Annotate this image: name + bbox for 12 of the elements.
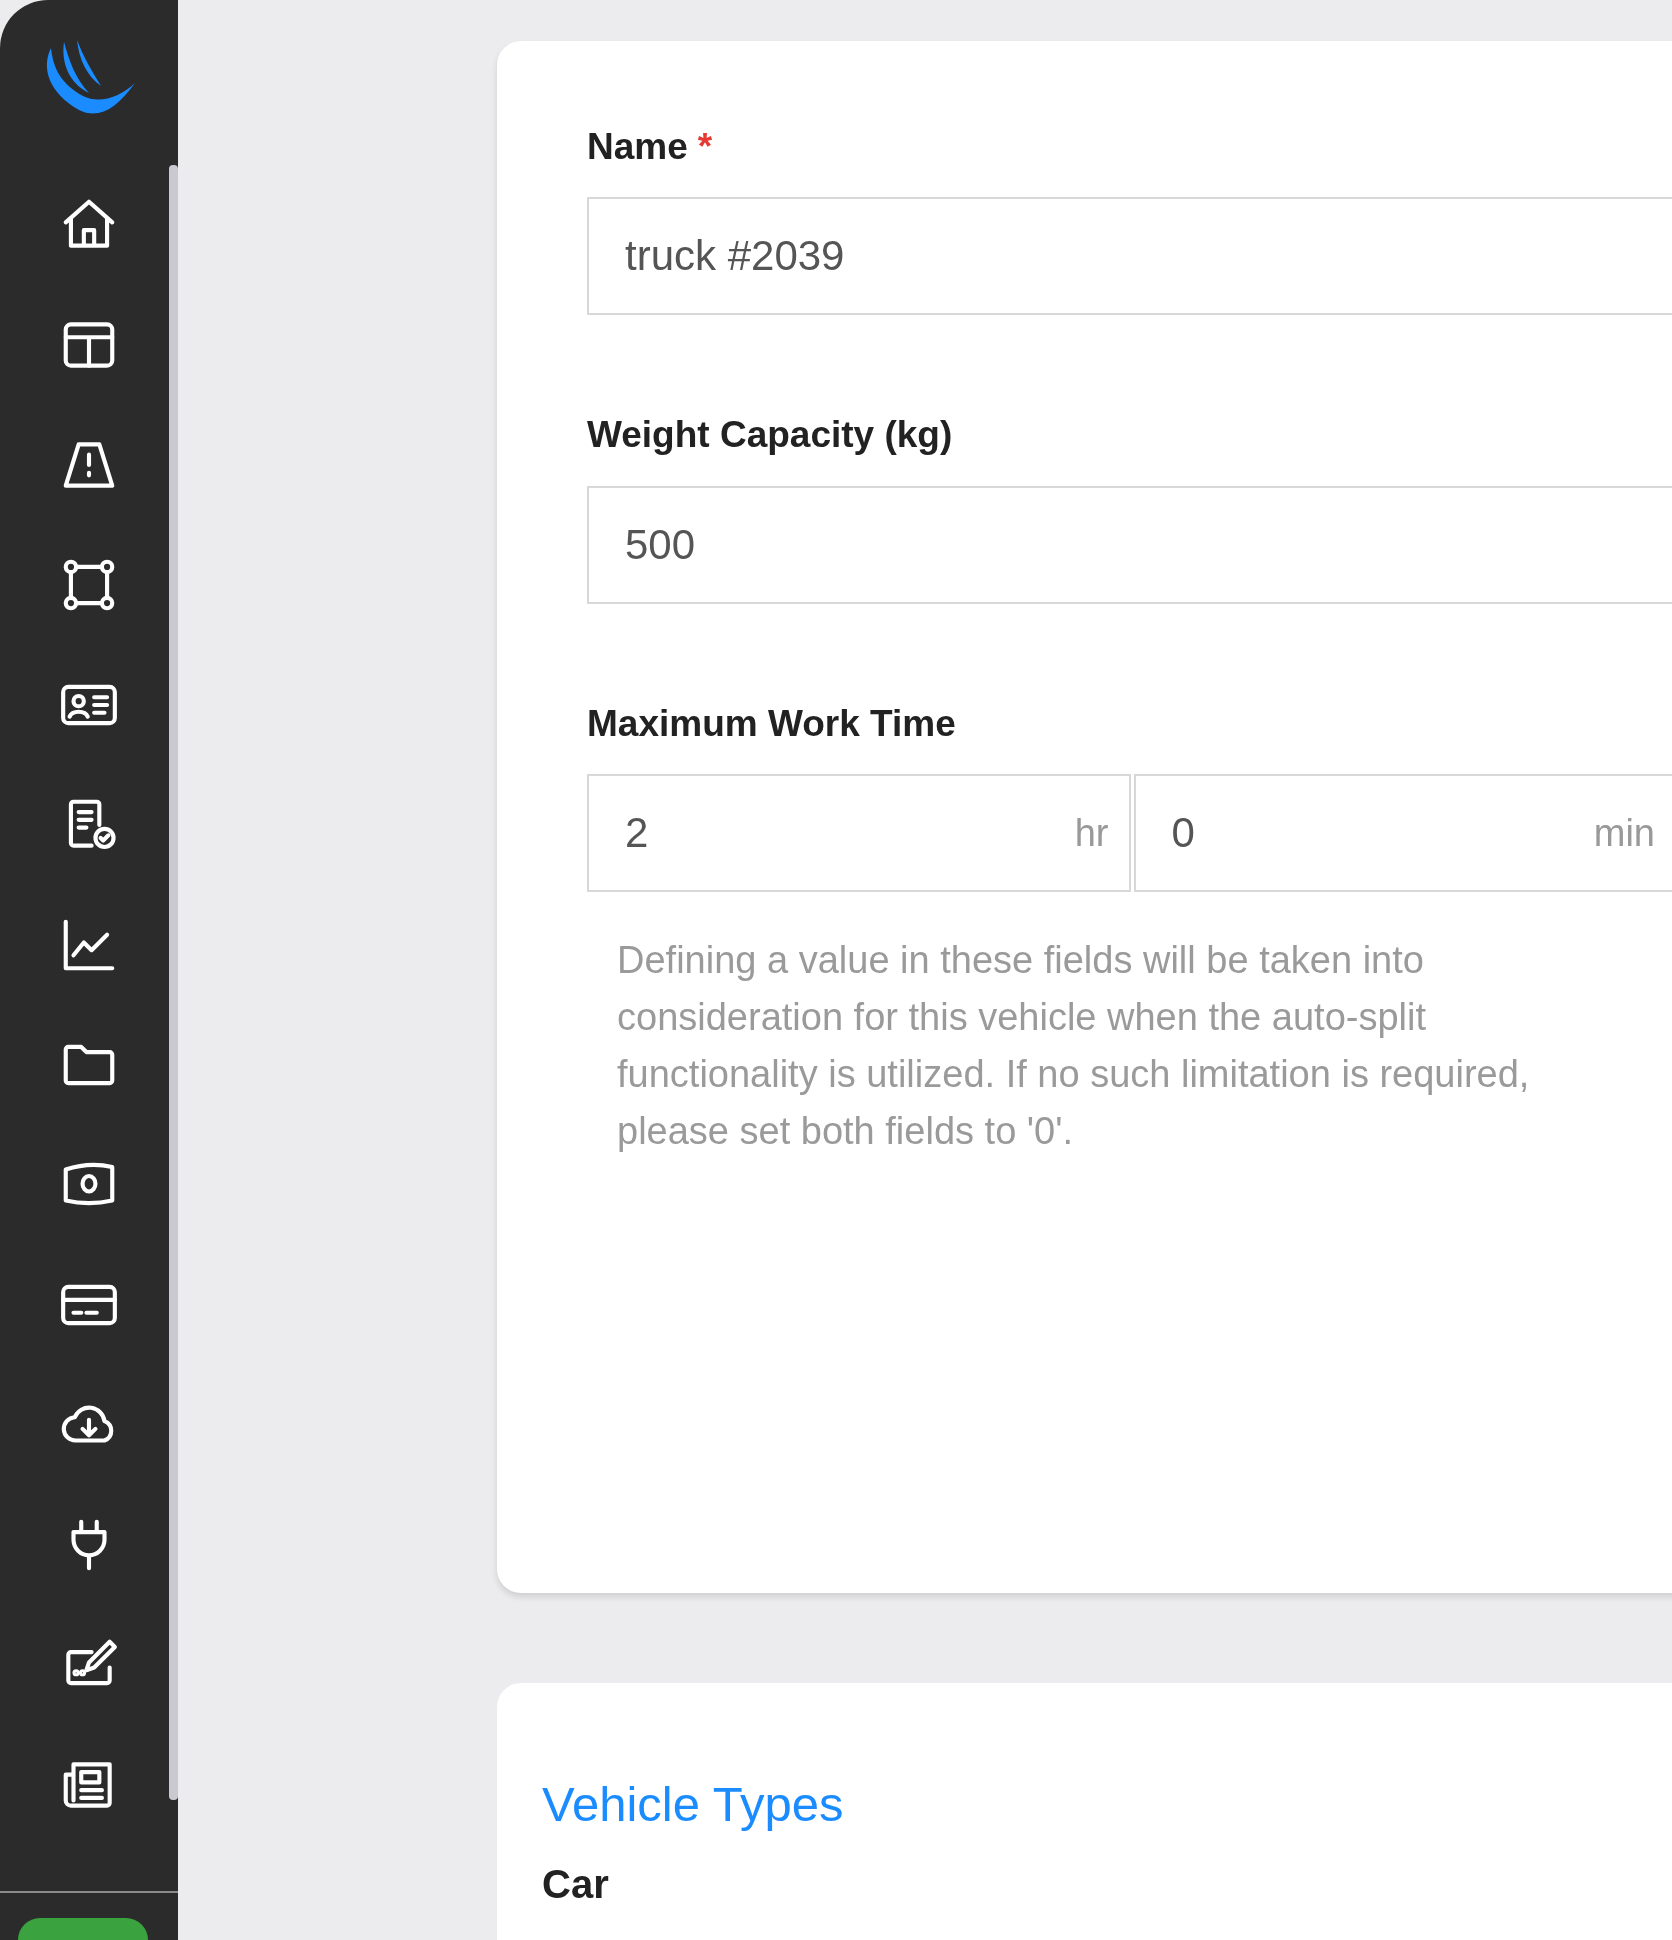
field-label: Name	[587, 126, 688, 167]
unit-label: min	[1593, 810, 1655, 856]
input-field[interactable]: 500	[587, 485, 1672, 604]
help-text: Defining a value in these fields will be taken into consideration for this vehicle when the auto-split functionality is utilized. If no such limitation is required, please set both fields to '0'.	[616, 938, 1531, 1155]
scrollbar[interactable]	[169, 165, 178, 1800]
field-label: Weight Capacity (kg)	[587, 414, 953, 456]
section-title: Vehicle Types	[542, 1776, 845, 1833]
vehicle-type-label: Car	[542, 1860, 610, 1908]
required-mark: *	[697, 126, 713, 167]
unit-label: hr	[1074, 810, 1109, 856]
field-label: Maximum Work Time	[587, 702, 956, 744]
input-field[interactable]: truck #2039	[587, 197, 1672, 316]
